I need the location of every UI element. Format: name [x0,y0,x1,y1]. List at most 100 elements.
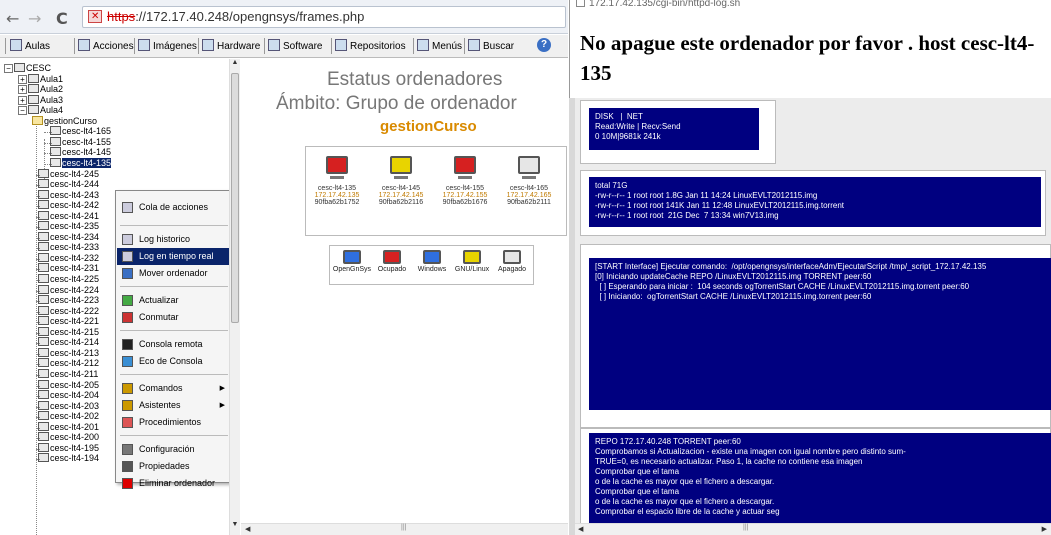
menu-item-procedimientos[interactable]: Procedimientos [117,414,231,431]
tree-host[interactable]: cesc-lt4-203 [38,400,99,412]
computer-icon [28,94,39,104]
tree-host[interactable]: cesc-lt4-145 [50,147,111,158]
log-window-header: 172.17.42.135/cgi-bin/httpd-log.sh No ap… [569,0,1051,98]
tree-host[interactable]: cesc-lt4-213 [38,347,99,359]
menu-item-configuracion[interactable]: Configuración [117,441,231,458]
tree-host[interactable]: cesc-lt4-244 [38,179,99,190]
collapse-icon[interactable]: − [4,64,13,73]
tree-classroom[interactable]: + Aula1 [18,73,63,85]
tree-host[interactable]: cesc-lt4-224 [38,284,99,296]
tree-host[interactable]: cesc-lt4-221 [38,316,99,327]
tree-host[interactable]: cesc-lt4-214 [38,337,99,348]
scroll-left-icon[interactable]: ◀ [578,525,583,533]
menu-item-eco-de-consola[interactable]: Eco de Consola [117,353,231,370]
tree-host[interactable]: cesc-lt4-135 [50,157,112,169]
menu-item-actualizar[interactable]: Actualizar [117,292,231,309]
tree-host[interactable]: cesc-lt4-232 [38,252,99,264]
tree-host[interactable]: cesc-lt4-242 [38,200,99,211]
scroll-left-icon[interactable]: ◀ [245,525,250,533]
tree-label: cesc-lt4-225 [50,274,100,284]
menu-item-label: Consola remota [139,339,203,349]
toolbar-acciones-button[interactable]: Acciones [78,39,134,52]
menu-item-propiedades[interactable]: Propiedades [117,458,231,475]
toolbar-buscar-button[interactable]: Buscar [468,39,514,52]
tree-scrollbar[interactable]: ▲ ▼ [229,59,240,535]
tree-host[interactable]: cesc-lt4-165 [50,126,111,137]
scroll-down-icon[interactable]: ▼ [230,521,240,528]
disk-net-pane: DISK | NET Read:Write | Recv:Send 0 10M|… [589,108,759,150]
computer-icon [38,284,49,294]
toolbar-hardware-button[interactable]: Hardware [202,39,260,52]
tree-host[interactable]: cesc-lt4-155 [50,136,111,148]
help-icon[interactable]: ? [537,38,551,52]
scroll-up-icon[interactable]: ▲ [230,59,240,66]
menu-item-conmutar[interactable]: Conmutar [117,309,231,326]
scroll-right-icon[interactable]: ▶ [1042,525,1047,533]
expand-icon[interactable]: + [18,85,27,95]
menu-separator [120,286,228,287]
tree-group[interactable]: gestionCurso [32,115,97,127]
tree-host[interactable]: cesc-lt4-194 [38,453,99,464]
computer-icon [38,210,49,220]
tree-host[interactable]: cesc-lt4-202 [38,411,99,422]
tree-host[interactable]: cesc-lt4-233 [38,242,99,253]
computer-name: cesc-lt4-135 [317,185,357,192]
computer-tile[interactable]: cesc-lt4-135 172.17.42.135 90fba62b1752 [304,156,370,206]
menu-item-log-en-tiempo-real[interactable]: Log en tiempo real [117,248,231,265]
log-window-scrollbar[interactable]: ◀ ||| ▶ [575,523,1051,535]
tree-label: Aula4 [40,105,64,116]
reload-icon[interactable]: C [56,9,68,28]
back-arrow-icon[interactable]: ← [6,9,19,28]
tree-host[interactable]: cesc-lt4-245 [38,168,99,180]
toolbar-menus-button[interactable]: Menús [417,39,462,52]
tree-host[interactable]: cesc-lt4-215 [38,326,99,338]
scope-title: Ámbito: Grupo de ordenador [276,93,517,114]
toolbar-repositorios-button[interactable]: Repositorios [335,39,406,52]
toolbar-software-button[interactable]: Software [268,39,322,52]
collapse-icon[interactable]: − [18,106,27,116]
tree-host[interactable]: cesc-lt4-205 [38,379,99,391]
menu-item-asistentes[interactable]: Asistentes ▶ [117,397,231,414]
tree-host[interactable]: cesc-lt4-243 [38,189,99,201]
tree-host[interactable]: cesc-lt4-231 [38,263,99,274]
expand-icon[interactable]: + [18,74,27,84]
url-input[interactable]: https://172.17.40.248/opengnsys/frames.p… [82,6,566,28]
toolbar-imagenes-button[interactable]: Imágenes [138,39,197,52]
classroom-icon [10,39,22,51]
computer-mac: 90fba62b1676 [442,199,488,206]
computer-tile[interactable]: cesc-lt4-165 172.17.42.165 90fba62b2111 [496,156,562,206]
scroll-thumb[interactable] [231,73,239,323]
menu-item-cola-de-acciones[interactable]: Cola de acciones [117,199,231,216]
tree-host[interactable]: cesc-lt4-212 [38,358,99,369]
tree-classroom[interactable]: + Aula2 [18,84,63,95]
tree-host[interactable]: cesc-lt4-204 [38,390,99,401]
tree-classroom[interactable]: − Aula4 [18,105,63,116]
tree-classroom[interactable]: + Aula3 [18,94,63,106]
tree-host[interactable]: cesc-lt4-223 [38,295,99,306]
tree-host[interactable]: cesc-lt4-200 [38,432,99,443]
menu-item-comandos[interactable]: Comandos ▶ [117,380,231,397]
menu-item-consola-remota[interactable]: Consola remota [117,336,231,353]
menu-item-eliminar-ordenador[interactable]: Eliminar ordenador [117,475,231,492]
tree-host[interactable]: cesc-lt4-235 [38,221,99,232]
tree-host[interactable]: cesc-lt4-222 [38,305,99,317]
toolbar-aulas-button[interactable]: Aulas [10,39,50,52]
menu-item-log-historico[interactable]: Log historico [117,231,231,248]
computer-name: cesc-lt4-145 [381,185,421,192]
tree-root[interactable]: − CESC [4,63,51,74]
computer-icon [38,379,49,389]
tree-host[interactable]: cesc-lt4-225 [38,274,99,285]
tree-host[interactable]: cesc-lt4-201 [38,421,99,433]
tree-host[interactable]: cesc-lt4-211 [38,368,98,380]
tree-host[interactable]: cesc-lt4-195 [38,442,99,454]
menu-item-mover-ordenador[interactable]: Mover ordenador [117,265,231,282]
computer-tile[interactable]: cesc-lt4-145 172.17.42.145 90fba62b2116 [368,156,434,206]
tree-host[interactable]: cesc-lt4-241 [38,210,99,222]
expand-icon[interactable]: + [18,95,27,105]
tree-host[interactable]: cesc-lt4-234 [38,231,99,243]
monitor-stand [330,176,344,179]
tree-guide-line [36,438,40,440]
forward-arrow-icon[interactable]: → [28,9,41,28]
computer-tile[interactable]: cesc-lt4-155 172.17.42.155 90fba62b1676 [432,156,498,206]
status-panel-scrollbar[interactable]: ◀ ||| [241,523,568,535]
